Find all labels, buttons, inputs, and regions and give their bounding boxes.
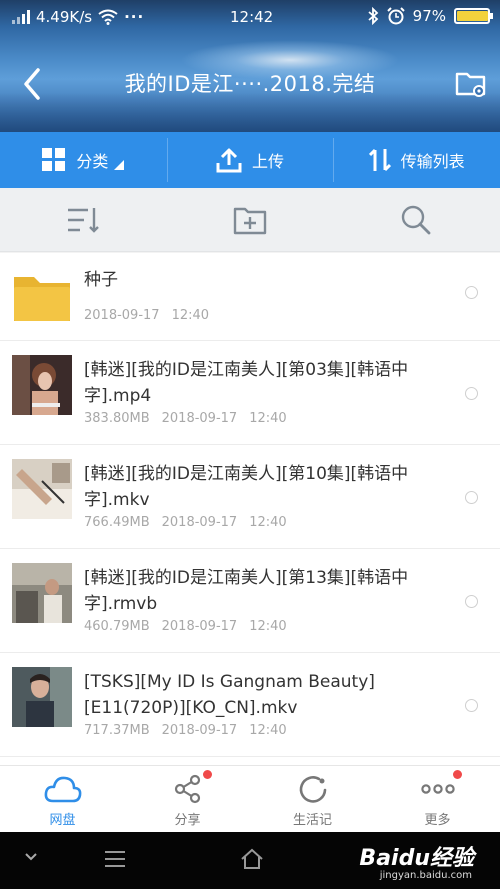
video-thumbnail	[12, 459, 72, 519]
list-item[interactable]: [韩迷][我的ID是江南美人][第13集][韩语中字].rmvb 460.79M…	[0, 549, 500, 653]
bottom-tab-bar: 网盘 分享 生活记 更多	[0, 765, 500, 832]
wifi-icon	[98, 9, 118, 25]
folder-icon	[14, 277, 70, 321]
file-meta: 717.37MB 2018-09-17 12:40	[84, 723, 287, 738]
list-item[interactable]: 种子 2018-09-17 12:40	[0, 253, 500, 341]
file-meta: 2018-09-17 12:40	[84, 308, 209, 323]
chevron-down-icon[interactable]	[24, 850, 38, 864]
category-button[interactable]: 分类	[0, 132, 167, 188]
video-thumbnail	[12, 563, 72, 623]
transfer-list-label: 传输列表	[400, 152, 465, 171]
category-label: 分类	[76, 152, 109, 171]
select-checkbox[interactable]	[465, 699, 478, 712]
video-thumbnail	[12, 667, 72, 727]
grid-icon	[42, 148, 66, 171]
search-icon[interactable]	[399, 204, 433, 236]
file-name: [韩迷][我的ID是江南美人][第03集][韩语中字].mp4	[84, 360, 409, 406]
file-meta: 460.79MB 2018-09-17 12:40	[84, 619, 287, 634]
tab-label: 更多	[424, 813, 451, 828]
file-name: [韩迷][我的ID是江南美人][第13集][韩语中字].rmvb	[84, 568, 409, 614]
file-size: 460.79MB	[84, 619, 150, 634]
battery-icon	[454, 8, 493, 24]
select-checkbox[interactable]	[465, 286, 478, 299]
transfer-list-button[interactable]: 传输列表	[333, 132, 500, 188]
file-name: [TSKS][My ID Is Gangnam Beauty][E11(720P…	[84, 672, 375, 718]
clock: 12:42	[230, 8, 274, 26]
file-date: 2018-09-17	[161, 723, 238, 738]
file-date: 2018-09-17	[161, 619, 238, 634]
file-time: 12:40	[171, 308, 210, 323]
select-checkbox[interactable]	[465, 491, 478, 504]
tab-label: 生活记	[292, 813, 332, 828]
upload-label: 上传	[252, 152, 285, 171]
tool-bar	[0, 188, 500, 252]
file-date: 2018-09-17	[84, 308, 160, 323]
upload-icon	[216, 148, 242, 173]
system-nav-bar: Baidu经验 jingyan.baidu.com	[0, 832, 500, 889]
title-bar: 我的ID是江····.2018.完结	[0, 38, 500, 128]
bluetooth-icon	[368, 7, 378, 25]
file-size: 717.37MB	[84, 723, 150, 738]
notification-badge	[203, 770, 212, 779]
tab-life-record[interactable]: 生活记	[250, 766, 375, 832]
page-title: 我的ID是江····.2018.完结	[124, 72, 376, 96]
transfer-icon	[368, 148, 391, 172]
tab-label: 分享	[174, 813, 201, 828]
select-checkbox[interactable]	[465, 387, 478, 400]
dropdown-triangle-icon	[114, 160, 125, 170]
file-meta: 766.49MB 2018-09-17 12:40	[84, 515, 287, 530]
life-record-icon	[299, 776, 326, 803]
video-thumbnail	[12, 355, 72, 415]
file-date: 2018-09-17	[161, 515, 238, 530]
alarm-icon	[386, 7, 405, 25]
action-bar: 分类 上传 传输列表	[0, 132, 500, 188]
battery-percent: 97%	[412, 7, 446, 25]
file-name: 种子	[84, 270, 118, 290]
more-icon	[420, 784, 455, 794]
list-item[interactable]: [韩迷][我的ID是江南美人][第03集][韩语中字].mp4 383.80MB…	[0, 341, 500, 445]
watermark-url: jingyan.baidu.com	[379, 870, 472, 881]
cloud-icon	[44, 776, 81, 803]
notification-badge	[453, 770, 462, 779]
file-time: 12:40	[249, 619, 287, 634]
folder-settings-icon[interactable]	[454, 66, 488, 100]
file-size: 383.80MB	[84, 411, 150, 426]
back-arrow-icon[interactable]	[18, 66, 48, 102]
signal-icon	[12, 10, 30, 24]
file-time: 12:40	[249, 515, 287, 530]
select-checkbox[interactable]	[465, 595, 478, 608]
file-time: 12:40	[249, 723, 287, 738]
tab-label: 网盘	[49, 813, 76, 828]
menu-icon[interactable]	[103, 850, 127, 868]
file-list: 种子 2018-09-17 12:40 [韩迷][我的ID是江南美人][第03集]…	[0, 253, 500, 765]
tab-netdisk[interactable]: 网盘	[0, 766, 125, 832]
upload-button[interactable]: 上传	[166, 132, 334, 188]
status-bar: 4.49K/s ··· 12:42 97%	[0, 0, 500, 34]
file-size: 766.49MB	[84, 515, 150, 530]
home-icon[interactable]	[240, 848, 264, 870]
list-item[interactable]: [TSKS][My ID Is Gangnam Beauty][E11(720P…	[0, 653, 500, 757]
tab-share[interactable]: 分享	[125, 766, 250, 832]
list-item[interactable]: [韩迷][我的ID是江南美人][第10集][韩语中字].mkv 766.49MB…	[0, 445, 500, 549]
more-dots: ···	[124, 8, 145, 26]
file-time: 12:40	[249, 411, 287, 426]
file-meta: 383.80MB 2018-09-17 12:40	[84, 411, 287, 426]
share-icon	[174, 774, 200, 804]
net-speed: 4.49K/s	[36, 8, 93, 26]
file-name: [韩迷][我的ID是江南美人][第10集][韩语中字].mkv	[84, 464, 409, 510]
new-folder-icon[interactable]	[233, 204, 267, 236]
file-date: 2018-09-17	[161, 411, 238, 426]
tab-more[interactable]: 更多	[375, 766, 500, 832]
sort-icon[interactable]	[66, 204, 100, 236]
watermark-logo: Baidu经验	[359, 846, 474, 871]
